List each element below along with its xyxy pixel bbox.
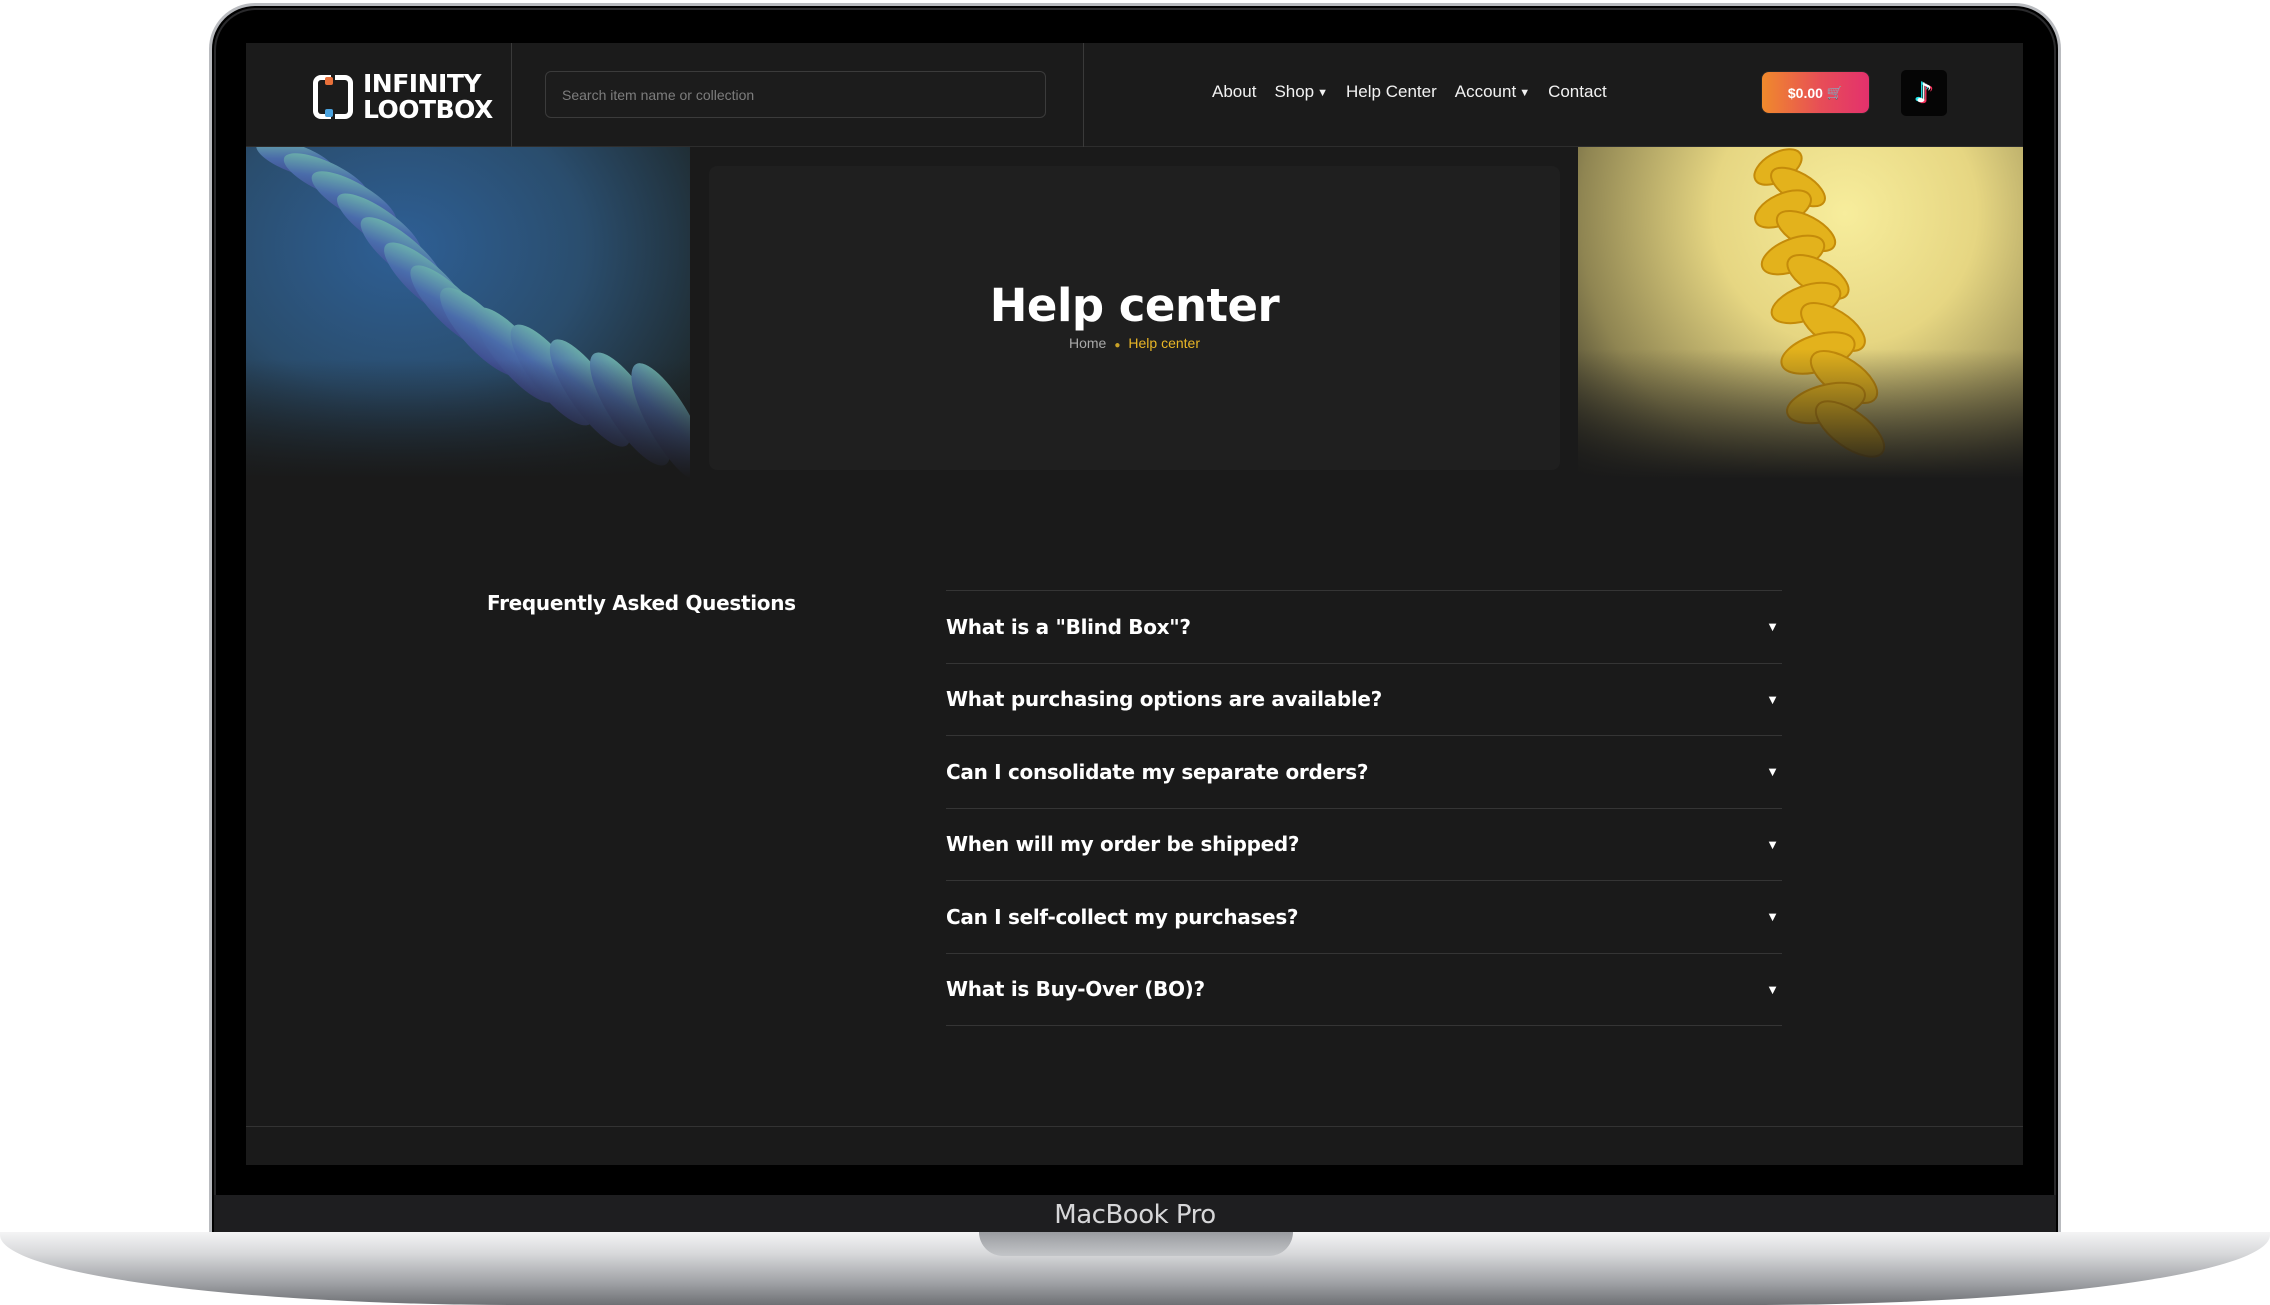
chevron-down-icon: ▼ [1766,981,1779,997]
cart-button[interactable]: $0.00 🛒 [1762,72,1869,113]
nav-about[interactable]: About [1212,82,1256,102]
logo-wordmark: INFINITY LOOTBOX [363,71,493,123]
chevron-down-icon: ▼ [1766,909,1779,925]
cart-amount: $0.00 [1787,84,1823,101]
faq-item[interactable]: Can I self-collect my purchases? ▼ [946,881,1782,954]
faq-item[interactable]: What is a "Blind Box"? ▼ [946,591,1782,664]
faq-question: Can I self-collect my purchases? [946,904,1299,929]
nav-label: Contact [1548,82,1607,101]
nav-label: Account [1454,82,1517,101]
device-label: MacBook Pro [1054,1200,1216,1230]
breadcrumb-current: Help center [1128,335,1200,351]
faq-heading: Frequently Asked Questions [487,591,796,615]
chevron-down-icon: ▼ [1766,764,1779,780]
tiktok-button[interactable]: ♪ [1901,70,1947,116]
chevron-down-icon: ▼ [1519,87,1531,99]
logo-line-2: LOOTBOX [363,95,493,124]
logo-icon [311,73,355,121]
faq-question: What is Buy-Over (BO)? [946,977,1205,1002]
nav-label: Shop [1274,82,1315,101]
breadcrumb-home[interactable]: Home [1069,335,1106,351]
nav-account[interactable]: Account ▼ [1455,82,1530,102]
faq-item[interactable]: When will my order be shipped? ▼ [946,809,1782,881]
cart-icon: 🛒 [1826,84,1844,100]
nav-help-center[interactable]: Help Center [1346,82,1437,102]
nav-contact[interactable]: Contact [1548,82,1607,102]
laptop-notch [979,1232,1293,1256]
header-divider [511,43,512,147]
hero-image-right [1578,147,2023,479]
browser-viewport: INFINITY LOOTBOX About Shop▼ Help Center… [246,43,2023,1165]
main-nav: About Shop ▼ Help Center Account ▼ Contact [1212,82,1607,102]
chevron-down-icon: ▼ [1317,87,1329,99]
faq-question: Can I consolidate my separate orders? [946,759,1369,784]
faq-item[interactable]: Can I consolidate my separate orders? ▼ [946,736,1782,809]
braid-artwork [1753,148,1886,458]
faq-item[interactable]: What is Buy-Over (BO)? ▼ [946,954,1782,1026]
nav-shop[interactable]: Shop ▼ [1274,82,1328,102]
site-logo[interactable]: INFINITY LOOTBOX [311,71,493,123]
faq-question: When will my order be shipped? [946,832,1300,857]
site-header: INFINITY LOOTBOX About Shop▼ Help Center… [246,43,2023,147]
chevron-down-icon: ▼ [1766,836,1779,852]
faq-item[interactable]: What purchasing options are available? ▼ [946,664,1782,736]
search-input[interactable] [545,71,1046,118]
faq-question: What purchasing options are available? [946,687,1382,712]
chevron-down-icon: ▼ [1766,619,1779,635]
header-divider [1083,43,1084,147]
faq-accordion: What is a "Blind Box"? ▼ What purchasing… [946,590,1782,1026]
nav-label: Help Center [1346,82,1437,101]
tiktok-icon: ♪ [1915,77,1933,109]
breadcrumb-separator-icon: ● [1114,340,1121,351]
footer-divider [246,1126,2023,1127]
faq-question: What is a "Blind Box"? [946,614,1191,639]
nav-label: About [1212,82,1257,101]
logo-line-1: INFINITY [363,69,481,98]
chevron-down-icon: ▼ [1766,691,1779,707]
